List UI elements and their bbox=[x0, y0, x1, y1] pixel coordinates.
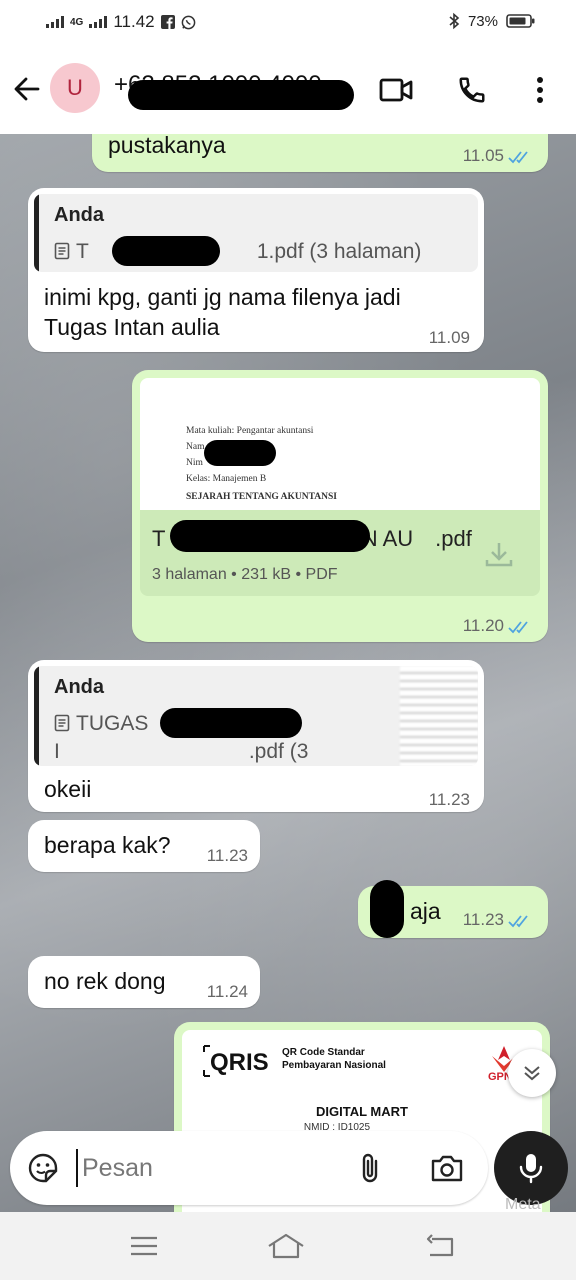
redaction-mark bbox=[112, 236, 220, 266]
back-arrow-icon[interactable] bbox=[12, 74, 42, 104]
qris-logo-icon: QRIS bbox=[203, 1045, 269, 1077]
message-input[interactable] bbox=[80, 1145, 334, 1191]
message-bubble-outgoing[interactable]: aja 11.23 bbox=[358, 880, 548, 938]
message-bubble-outgoing[interactable]: pustakanya 11.05 bbox=[92, 134, 548, 172]
whatsapp-icon bbox=[181, 15, 195, 29]
chat-area[interactable]: pustakanya 11.05 Anda T 1.pdf (3 halaman… bbox=[0, 134, 576, 1212]
clock: 11.42 bbox=[113, 12, 155, 31]
merchant-name: DIGITAL MART bbox=[316, 1104, 408, 1119]
qris-subtitle-line: QR Code Standar bbox=[282, 1047, 365, 1058]
message-time: 11.09 bbox=[428, 328, 470, 347]
redaction-mark bbox=[170, 520, 370, 552]
preview-line: Nim bbox=[186, 458, 203, 468]
status-bar: 4G 11.42 73% bbox=[0, 0, 576, 46]
quote-sender: Anda bbox=[54, 204, 104, 226]
message-text: pustakanya bbox=[108, 134, 226, 158]
document-preview[interactable]: Mata kuliah: Pengantar akuntansi Nam Nim… bbox=[140, 378, 540, 510]
redaction-mark bbox=[370, 880, 404, 938]
bluetooth-icon bbox=[449, 12, 460, 30]
preview-line: Kelas: Manajemen B bbox=[186, 474, 267, 484]
message-time: 11.05 bbox=[463, 146, 534, 166]
voice-call-button[interactable] bbox=[454, 72, 490, 108]
document-icon bbox=[54, 714, 70, 732]
contact-avatar[interactable]: U bbox=[50, 63, 100, 113]
microphone-icon bbox=[519, 1154, 543, 1184]
message-text: okeii bbox=[44, 776, 92, 802]
message-time: 11.24 bbox=[206, 982, 248, 1001]
message-text: inimi kpg, ganti jg nama filenya jadi Tu… bbox=[44, 284, 401, 340]
quote-document: T 1.pdf (3 halaman) bbox=[54, 238, 421, 266]
time-text: 11.05 bbox=[462, 146, 504, 165]
chat-header: U +62 852 1000 4000 bbox=[0, 46, 576, 134]
qris-subtitle: QR Code Standar Pembayaran Nasional bbox=[282, 1046, 386, 1072]
message-bubble-incoming[interactable]: Anda T 1.pdf (3 halaman) inimi kpg, gant… bbox=[28, 188, 484, 352]
more-options-button[interactable] bbox=[522, 72, 558, 108]
home-button[interactable] bbox=[266, 1230, 306, 1262]
document-meta: 3 halaman • 231 kB • PDF bbox=[152, 566, 338, 583]
message-composer bbox=[10, 1131, 488, 1205]
more-vert-icon bbox=[537, 77, 543, 103]
message-bubble-incoming[interactable]: no rek dong 11.24 bbox=[28, 956, 260, 1008]
message-text: berapa kak? bbox=[44, 832, 171, 858]
scroll-to-bottom-button[interactable] bbox=[508, 1049, 556, 1097]
sticker-icon[interactable] bbox=[26, 1151, 60, 1185]
message-time: 11.23 bbox=[428, 790, 470, 809]
attach-icon[interactable] bbox=[358, 1151, 382, 1185]
facebook-icon bbox=[160, 15, 175, 29]
preview-line: SEJARAH TENTANG AKUNTANSI bbox=[186, 492, 337, 502]
time-text: 11.20 bbox=[462, 616, 504, 635]
recents-button[interactable] bbox=[124, 1230, 164, 1262]
redaction-mark bbox=[160, 708, 302, 738]
message-time: 11.23 bbox=[206, 846, 248, 865]
voice-record-button[interactable] bbox=[494, 1131, 568, 1205]
signal-icon bbox=[46, 16, 64, 28]
preview-line: Mata kuliah: Pengantar akuntansi bbox=[186, 426, 314, 436]
message-bubble-incoming[interactable]: berapa kak? 11.23 bbox=[28, 820, 260, 872]
document-thumbnail bbox=[400, 666, 478, 766]
quoted-message[interactable]: Anda T 1.pdf (3 halaman) bbox=[34, 194, 478, 272]
double-chevron-down-icon bbox=[524, 1066, 540, 1081]
back-button[interactable] bbox=[420, 1230, 460, 1262]
quoted-message[interactable]: Anda TUGAS I .pdf (3 halaman) bbox=[34, 666, 478, 766]
battery-icon bbox=[506, 14, 535, 28]
back-icon bbox=[426, 1234, 454, 1257]
menu-icon bbox=[131, 1236, 157, 1256]
qris-logo-text: QRIS bbox=[210, 1049, 269, 1076]
read-ticks-icon bbox=[508, 620, 528, 633]
battery-percent: 73% bbox=[467, 12, 498, 30]
message-bubble-incoming[interactable]: Anda TUGAS I .pdf (3 halaman) okeii 11.2… bbox=[28, 660, 484, 812]
time-text: 11.23 bbox=[462, 910, 504, 929]
message-time: 11.20 bbox=[463, 616, 534, 636]
preview-line: Nam bbox=[186, 442, 205, 452]
message-text: no rek dong bbox=[44, 968, 166, 994]
text-cursor bbox=[76, 1149, 78, 1187]
home-icon bbox=[268, 1233, 304, 1259]
read-ticks-icon bbox=[508, 150, 528, 163]
phone-icon bbox=[459, 77, 485, 103]
redaction-mark bbox=[128, 80, 354, 110]
message-time: 11.23 bbox=[463, 910, 534, 930]
quote-sender: Anda bbox=[54, 676, 104, 698]
avatar-letter: U bbox=[67, 75, 83, 100]
qris-subtitle-line: Pembayaran Nasional bbox=[282, 1060, 386, 1071]
system-navigation-bar bbox=[0, 1212, 576, 1280]
redaction-mark bbox=[204, 440, 276, 466]
quote-bar bbox=[34, 666, 39, 766]
video-camera-icon bbox=[379, 78, 413, 102]
signal-icon-2 bbox=[89, 16, 108, 28]
video-call-button[interactable] bbox=[378, 72, 414, 108]
quote-bar bbox=[34, 194, 39, 272]
message-text: aja bbox=[410, 898, 441, 924]
read-ticks-icon bbox=[508, 914, 528, 927]
camera-icon[interactable] bbox=[430, 1153, 464, 1183]
document-info[interactable]: T NTAN AU .pdf 3 halaman • 231 kB • PDF bbox=[140, 510, 540, 596]
message-bubble-outgoing-document[interactable]: Mata kuliah: Pengantar akuntansi Nam Nim… bbox=[132, 370, 548, 642]
document-icon bbox=[54, 242, 70, 260]
network-type: 4G bbox=[70, 16, 84, 28]
download-icon[interactable] bbox=[484, 540, 514, 568]
